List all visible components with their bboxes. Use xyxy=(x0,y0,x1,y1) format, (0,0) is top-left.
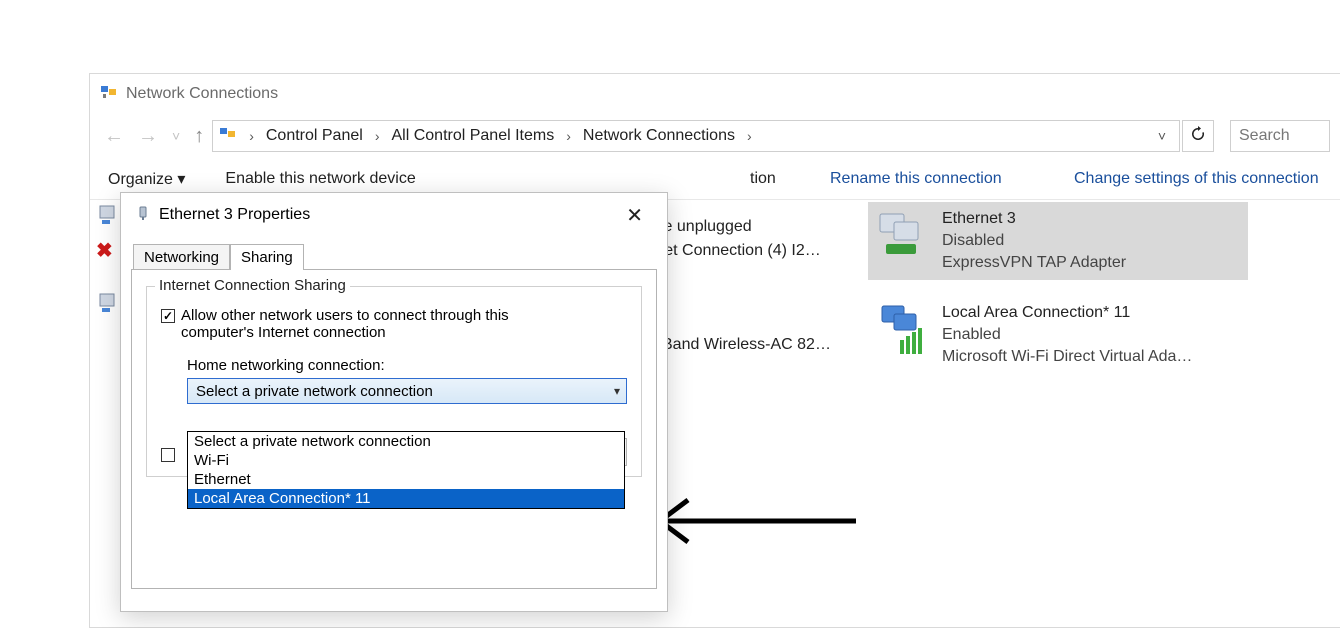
chevron-icon: › xyxy=(367,128,388,144)
nav-back-button[interactable]: ← xyxy=(104,126,124,146)
nav-forward-button[interactable]: → xyxy=(138,126,158,146)
enable-device-button[interactable]: Enable this network device xyxy=(225,170,415,188)
connection-device: ExpressVPN TAP Adapter xyxy=(942,252,1242,274)
combobox-selected: Select a private network connection xyxy=(196,383,433,400)
window-title: Network Connections xyxy=(126,85,278,103)
secondary-checkbox[interactable] xyxy=(161,448,175,462)
chevron-icon: › xyxy=(241,128,262,144)
adapter-small-icon xyxy=(135,205,151,226)
ics-group: Internet Connection Sharing Allow other … xyxy=(146,286,642,477)
close-button[interactable]: ✕ xyxy=(616,199,653,232)
chevron-down-icon: ▾ xyxy=(614,384,620,398)
annotation-arrow xyxy=(636,494,862,548)
folder-icon xyxy=(219,125,237,148)
adapter-wifi-icon xyxy=(876,302,932,358)
breadcrumb-item[interactable]: Network Connections xyxy=(583,127,735,145)
ethernet3-properties-dialog: Ethernet 3 Properties ✕ Networking Shari… xyxy=(120,192,668,612)
connection-icon-fragment xyxy=(98,292,122,325)
home-connection-dropdown-list[interactable]: Select a private network connection Wi-F… xyxy=(187,431,625,509)
connection-icon-fragment xyxy=(98,204,122,237)
adapter-icon xyxy=(876,208,932,264)
tab-networking[interactable]: Networking xyxy=(133,244,230,270)
allow-sharing-checkbox[interactable] xyxy=(161,309,175,323)
home-connection-combobox[interactable]: Select a private network connection ▾ xyxy=(187,378,627,404)
breadcrumb-item[interactable]: All Control Panel Items xyxy=(391,127,554,145)
dropdown-option[interactable]: Wi-Fi xyxy=(188,451,624,470)
connection-status: Disabled xyxy=(942,230,1242,252)
refresh-icon xyxy=(1190,126,1206,147)
dropdown-option-highlighted[interactable]: Local Area Connection* 11 xyxy=(188,489,624,508)
diagnose-tail-fragment: tion xyxy=(750,170,776,188)
dropdown-option[interactable]: Select a private network connection xyxy=(188,432,624,451)
allow-sharing-label: Allow other network users to connect thr… xyxy=(181,307,561,341)
connection-name: Ethernet 3 xyxy=(942,208,1242,230)
dropdown-option[interactable]: Ethernet xyxy=(188,470,624,489)
chevron-icon: › xyxy=(739,128,760,144)
dialog-titlebar: Ethernet 3 Properties ✕ xyxy=(121,193,667,237)
breadcrumb[interactable]: › Control Panel › All Control Panel Item… xyxy=(212,120,1180,152)
address-dropdown[interactable]: ˅ xyxy=(1151,128,1173,144)
connection-item-lac11[interactable]: Local Area Connection* 11 Enabled Micros… xyxy=(868,296,1248,374)
nav-up-button[interactable]: ↑ xyxy=(194,126,204,146)
allow-sharing-checkbox-row: Allow other network users to connect thr… xyxy=(161,307,627,341)
connection-device: Microsoft Wi-Fi Direct Virtual Ada… xyxy=(942,346,1242,368)
home-connection-label: Home networking connection: xyxy=(187,357,627,374)
fragment-text: rnet Connection (4) I2… xyxy=(650,242,821,260)
sharing-tabpane: Internet Connection Sharing Allow other … xyxy=(131,269,657,589)
rename-connection-link[interactable]: Rename this connection xyxy=(830,170,1002,188)
search-input[interactable]: Search xyxy=(1230,120,1330,152)
disabled-x-icon: ✖ xyxy=(96,238,113,263)
connection-item-ethernet3[interactable]: Ethernet 3 Disabled ExpressVPN TAP Adapt… xyxy=(868,202,1248,280)
fragment-text: l Band Wireless-AC 82… xyxy=(654,336,831,354)
tab-sharing[interactable]: Sharing xyxy=(230,244,304,270)
group-legend: Internet Connection Sharing xyxy=(155,277,350,294)
connection-name: Local Area Connection* 11 xyxy=(942,302,1242,324)
dialog-title: Ethernet 3 Properties xyxy=(159,206,310,224)
refresh-button[interactable] xyxy=(1182,120,1214,152)
fragment-text: le unplugged xyxy=(660,218,752,236)
breadcrumb-item[interactable]: Control Panel xyxy=(266,127,363,145)
search-placeholder: Search xyxy=(1239,127,1290,145)
chevron-icon: › xyxy=(558,128,579,144)
organize-button[interactable]: Organize ▾ xyxy=(108,169,185,189)
nav-recent-dropdown[interactable]: ˅ xyxy=(172,129,180,143)
change-settings-link[interactable]: Change settings of this connection xyxy=(1074,170,1319,188)
dialog-tabs: Networking Sharing xyxy=(131,237,657,269)
connection-status: Enabled xyxy=(942,324,1242,346)
address-toolbar: ← → ˅ ↑ › Control Panel › All Control Pa… xyxy=(90,114,1340,158)
window-titlebar: Network Connections xyxy=(90,74,1340,114)
network-icon xyxy=(100,83,118,106)
